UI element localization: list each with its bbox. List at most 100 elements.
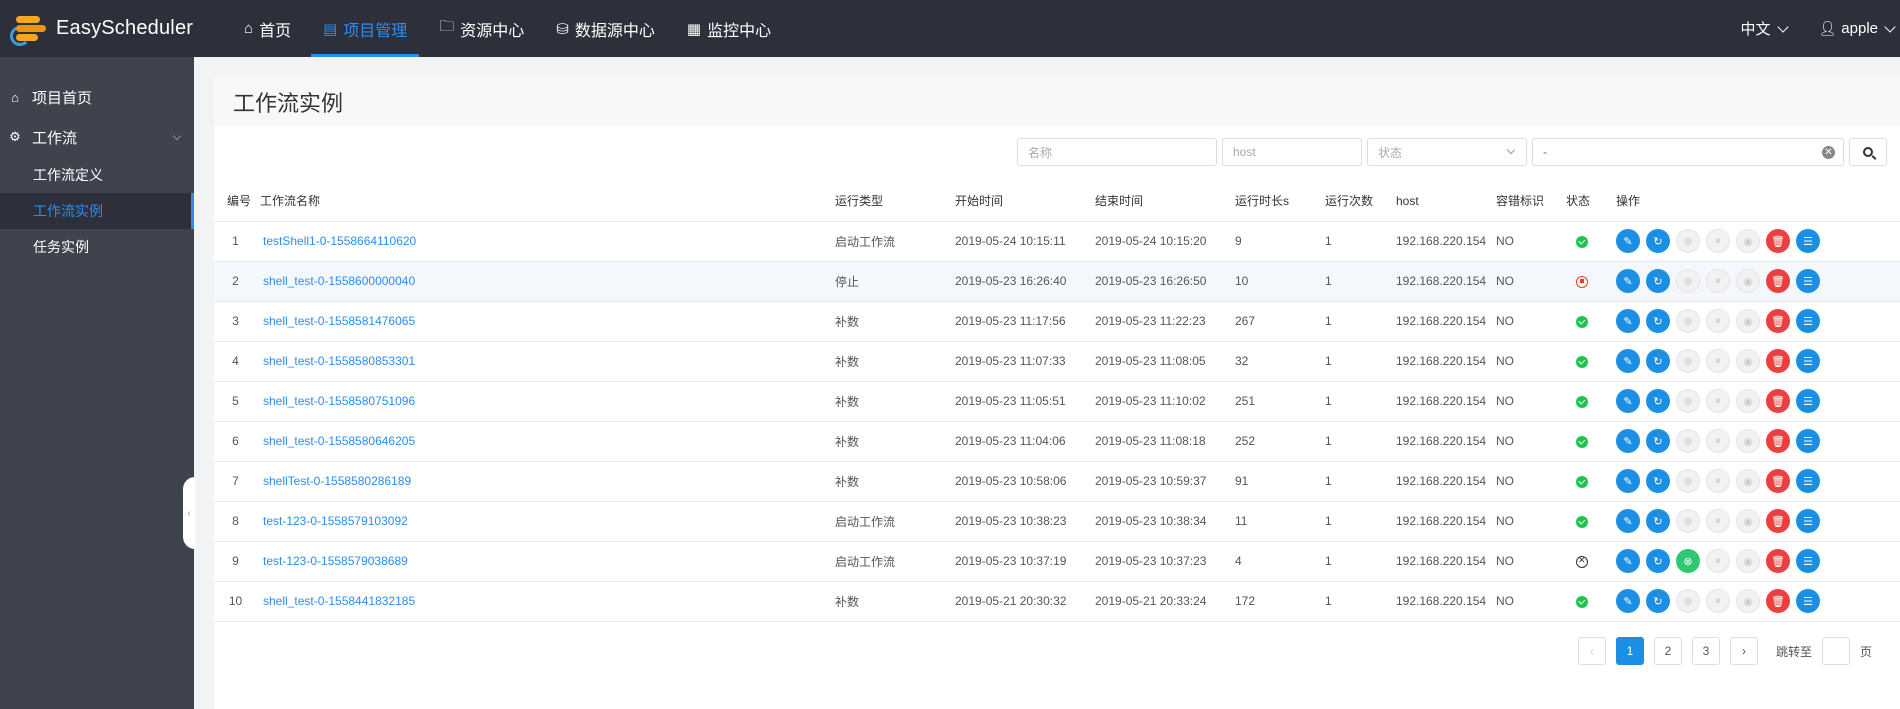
delete-button[interactable]: 🗑︎ <box>1766 429 1790 453</box>
workflow-name-link[interactable]: shell_test-0-1558580646205 <box>263 434 415 448</box>
cell-name[interactable]: shell_test-0-1558580853301 <box>257 341 835 382</box>
sidebar-subitem-0[interactable]: 工作流定义 <box>0 157 194 193</box>
edit-button[interactable]: ✎ <box>1616 589 1640 613</box>
pause-button[interactable]: ⏸︎ <box>1706 549 1730 573</box>
edit-button[interactable]: ✎ <box>1616 349 1640 373</box>
stop-button[interactable]: ◉ <box>1736 549 1760 573</box>
recover-failed-button[interactable]: ⊗ <box>1676 309 1700 333</box>
workflow-name-link[interactable]: shell_test-0-1558600000040 <box>263 274 415 288</box>
stop-button[interactable]: ◉ <box>1736 589 1760 613</box>
workflow-name-link[interactable]: shellTest-0-1558580286189 <box>263 474 411 488</box>
name-search-input[interactable]: 名称 <box>1017 138 1217 166</box>
jump-page-input[interactable] <box>1822 637 1851 665</box>
edit-button[interactable]: ✎ <box>1616 429 1640 453</box>
stop-button[interactable]: ◉ <box>1736 349 1760 373</box>
rerun-button[interactable]: ↻ <box>1646 509 1670 533</box>
gantt-button[interactable]: ☰ <box>1796 349 1820 373</box>
delete-button[interactable]: 🗑︎ <box>1766 229 1790 253</box>
recover-failed-button[interactable]: ⊗ <box>1676 509 1700 533</box>
user-menu[interactable]: 👤︎ apple <box>1819 20 1896 37</box>
gantt-button[interactable]: ☰ <box>1796 269 1820 293</box>
edit-button[interactable]: ✎ <box>1616 469 1640 493</box>
recover-failed-button[interactable]: ⊗ <box>1676 469 1700 493</box>
cell-name[interactable]: shell_test-0-1558580751096 <box>257 381 835 422</box>
page-button-3[interactable]: 3 <box>1692 637 1720 665</box>
recover-failed-button[interactable]: ⊗ <box>1676 229 1700 253</box>
recover-failed-button[interactable]: ⊗ <box>1676 589 1700 613</box>
nav-item-1[interactable]: ▤ 项目管理 <box>311 0 420 57</box>
pause-button[interactable]: ⏸︎ <box>1706 429 1730 453</box>
search-button[interactable] <box>1849 138 1887 166</box>
app-logo[interactable]: EasyScheduler <box>0 12 232 46</box>
stop-button[interactable]: ◉ <box>1736 469 1760 493</box>
rerun-button[interactable]: ↻ <box>1646 389 1670 413</box>
cell-name[interactable]: shell_test-0-1558600000040 <box>257 261 835 302</box>
workflow-name-link[interactable]: shell_test-0-1558580751096 <box>263 394 415 408</box>
rerun-button[interactable]: ↻ <box>1646 549 1670 573</box>
workflow-name-link[interactable]: testShell1-0-1558664110620 <box>263 234 416 248</box>
stop-button[interactable]: ◉ <box>1736 509 1760 533</box>
gantt-button[interactable]: ☰ <box>1796 229 1820 253</box>
pause-button[interactable]: ⏸︎ <box>1706 309 1730 333</box>
rerun-button[interactable]: ↻ <box>1646 229 1670 253</box>
delete-button[interactable]: 🗑︎ <box>1766 389 1790 413</box>
workflow-name-link[interactable]: test-123-0-1558579103092 <box>263 514 408 528</box>
delete-button[interactable]: 🗑︎ <box>1766 269 1790 293</box>
recover-failed-button[interactable]: ⊗ <box>1676 429 1700 453</box>
rerun-button[interactable]: ↻ <box>1646 269 1670 293</box>
pause-button[interactable]: ⏸︎ <box>1706 469 1730 493</box>
cell-name[interactable]: test-123-0-1558579038689 <box>257 541 835 582</box>
cell-name[interactable]: test-123-0-1558579103092 <box>257 501 835 542</box>
delete-button[interactable]: 🗑︎ <box>1766 309 1790 333</box>
stop-button[interactable]: ◉ <box>1736 309 1760 333</box>
stop-button[interactable]: ◉ <box>1736 269 1760 293</box>
pause-button[interactable]: ⏸︎ <box>1706 349 1730 373</box>
date-range-input[interactable]: - ✕ <box>1532 138 1844 166</box>
rerun-button[interactable]: ↻ <box>1646 589 1670 613</box>
cell-name[interactable]: testShell1-0-1558664110620 <box>257 221 835 262</box>
stop-button[interactable]: ◉ <box>1736 429 1760 453</box>
sidebar-subitem-2[interactable]: 任务实例 <box>0 229 194 265</box>
pause-button[interactable]: ⏸︎ <box>1706 509 1730 533</box>
pause-button[interactable]: ⏸︎ <box>1706 389 1730 413</box>
state-select[interactable]: 状态 <box>1367 138 1527 166</box>
edit-button[interactable]: ✎ <box>1616 309 1640 333</box>
cell-name[interactable]: shell_test-0-1558441832185 <box>257 581 835 622</box>
sidebar-collapse-handle[interactable]: ‹ <box>183 477 195 549</box>
sidebar-subitem-1[interactable]: 工作流实例 <box>0 193 194 229</box>
recover-failed-button[interactable]: ⊗ <box>1676 269 1700 293</box>
workflow-name-link[interactable]: shell_test-0-1558581476065 <box>263 314 415 328</box>
gantt-button[interactable]: ☰ <box>1796 309 1820 333</box>
rerun-button[interactable]: ↻ <box>1646 429 1670 453</box>
gantt-button[interactable]: ☰ <box>1796 589 1820 613</box>
rerun-button[interactable]: ↻ <box>1646 309 1670 333</box>
cell-name[interactable]: shell_test-0-1558581476065 <box>257 301 835 342</box>
gantt-button[interactable]: ☰ <box>1796 509 1820 533</box>
page-button-1[interactable]: 1 <box>1616 637 1644 665</box>
sidebar-item-workflow[interactable]: ⚙︎ 工作流 <box>0 117 194 157</box>
edit-button[interactable]: ✎ <box>1616 229 1640 253</box>
recover-failed-button[interactable]: ⊗ <box>1676 389 1700 413</box>
pause-button[interactable]: ⏸︎ <box>1706 229 1730 253</box>
gantt-button[interactable]: ☰ <box>1796 429 1820 453</box>
page-button-2[interactable]: 2 <box>1654 637 1682 665</box>
next-page-button[interactable]: › <box>1730 637 1758 665</box>
pause-button[interactable]: ⏸︎ <box>1706 589 1730 613</box>
pause-button[interactable]: ⏸︎ <box>1706 269 1730 293</box>
edit-button[interactable]: ✎ <box>1616 549 1640 573</box>
nav-item-4[interactable]: ▦ 监控中心 <box>675 0 783 57</box>
clear-icon[interactable]: ✕ <box>1822 146 1835 159</box>
cell-name[interactable]: shellTest-0-1558580286189 <box>257 461 835 502</box>
host-search-input[interactable]: host <box>1222 138 1362 166</box>
workflow-name-link[interactable]: shell_test-0-1558441832185 <box>263 594 415 608</box>
nav-item-0[interactable]: ⌂ 首页 <box>232 0 303 57</box>
delete-button[interactable]: 🗑︎ <box>1766 509 1790 533</box>
workflow-name-link[interactable]: shell_test-0-1558580853301 <box>263 354 415 368</box>
delete-button[interactable]: 🗑︎ <box>1766 349 1790 373</box>
language-selector[interactable]: 中文 <box>1741 18 1789 39</box>
recover-failed-button[interactable]: ⊗ <box>1676 549 1700 573</box>
edit-button[interactable]: ✎ <box>1616 389 1640 413</box>
nav-item-2[interactable]: 🗀︎ 资源中心 <box>427 0 536 57</box>
prev-page-button[interactable]: ‹ <box>1578 637 1606 665</box>
delete-button[interactable]: 🗑︎ <box>1766 469 1790 493</box>
